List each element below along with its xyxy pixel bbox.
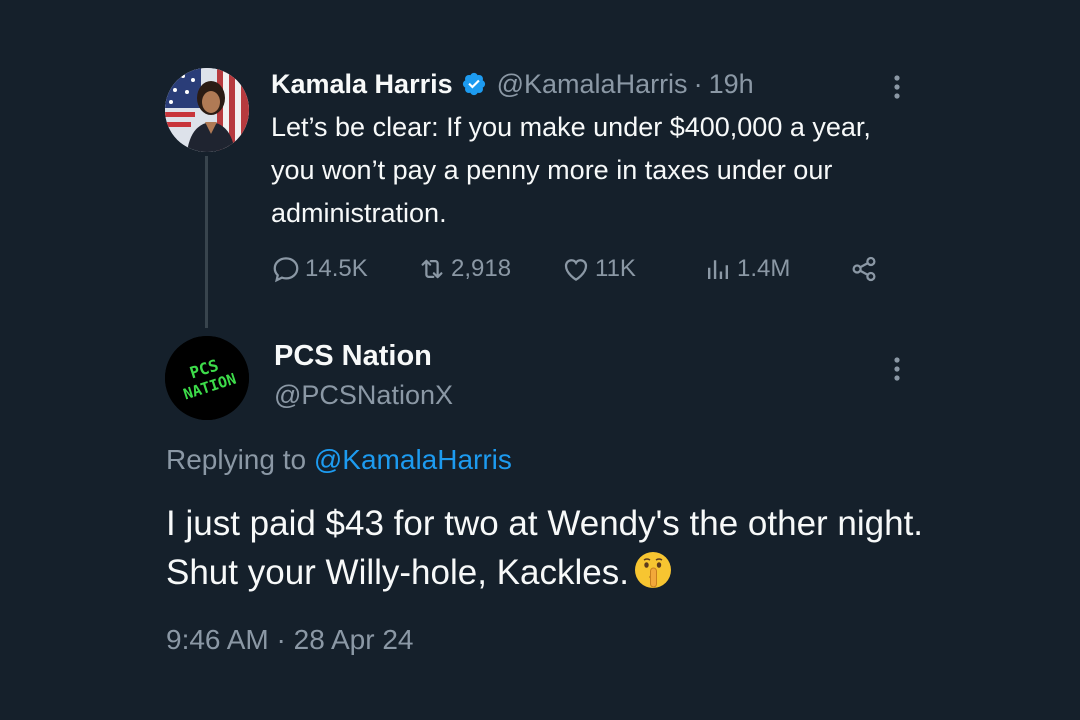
shushing-face-emoji-icon: [634, 552, 671, 588]
reply-author-handle[interactable]: @PCSNationX: [274, 377, 453, 413]
reply-tweet-text: I just paid $43 for two at Wendy's the o…: [166, 499, 966, 597]
share-icon: [852, 256, 876, 282]
like-count: 11K: [595, 255, 636, 282]
kamala-harris-avatar[interactable]: [165, 68, 249, 152]
verified-badge-icon: [462, 72, 485, 96]
tweet-actions-bar: 14.5K 2,918 11K 1.4M: [271, 249, 891, 289]
views-button[interactable]: 1.4M: [703, 249, 790, 289]
like-icon: [564, 259, 588, 281]
reply-timestamp[interactable]: 9:46 AM · 28 Apr 24: [166, 621, 414, 659]
replying-to-mention-link[interactable]: @KamalaHarris: [314, 444, 512, 475]
replying-to-label: Replying to: [166, 444, 307, 475]
views-count: 1.4M: [737, 255, 791, 282]
reply-icon: [273, 257, 299, 283]
separator-dot: ·: [693, 69, 703, 99]
more-options-icon[interactable]: [885, 354, 909, 384]
timestamp-separator: ·: [276, 624, 286, 655]
author-handle[interactable]: @KamalaHarris: [497, 66, 688, 102]
tweet-screenshot: Kamala Harris @KamalaHarris · 19h Let’s …: [0, 0, 1080, 720]
reply-button[interactable]: 14.5K: [271, 249, 368, 289]
pcs-nation-avatar[interactable]: PCS NATION: [165, 336, 249, 420]
repost-count: 2,918: [451, 255, 512, 282]
parent-tweet-text: Let’s be clear: If you make under $400,0…: [271, 112, 871, 228]
timestamp-date: 28 Apr 24: [293, 624, 414, 655]
views-icon: [708, 260, 728, 279]
tweet-time[interactable]: 19h: [709, 66, 754, 102]
reply-tweet-body: I just paid $43 for two at Wendy's the o…: [166, 504, 924, 592]
more-options-icon[interactable]: [885, 72, 909, 102]
replying-to-line: Replying to @KamalaHarris: [166, 441, 512, 479]
author-name[interactable]: Kamala Harris: [271, 66, 453, 102]
repost-button[interactable]: 2,918: [417, 249, 511, 289]
reply-author-name[interactable]: PCS Nation: [274, 337, 432, 375]
share-button[interactable]: [849, 249, 883, 289]
like-button[interactable]: 11K: [561, 249, 636, 289]
reply-count: 14.5K: [305, 255, 368, 282]
parent-tweet-header: Kamala Harris @KamalaHarris · 19h: [271, 66, 754, 102]
thread-connector-line: [205, 156, 208, 328]
repost-icon: [421, 259, 443, 279]
timestamp-time: 9:46 AM: [166, 624, 269, 655]
